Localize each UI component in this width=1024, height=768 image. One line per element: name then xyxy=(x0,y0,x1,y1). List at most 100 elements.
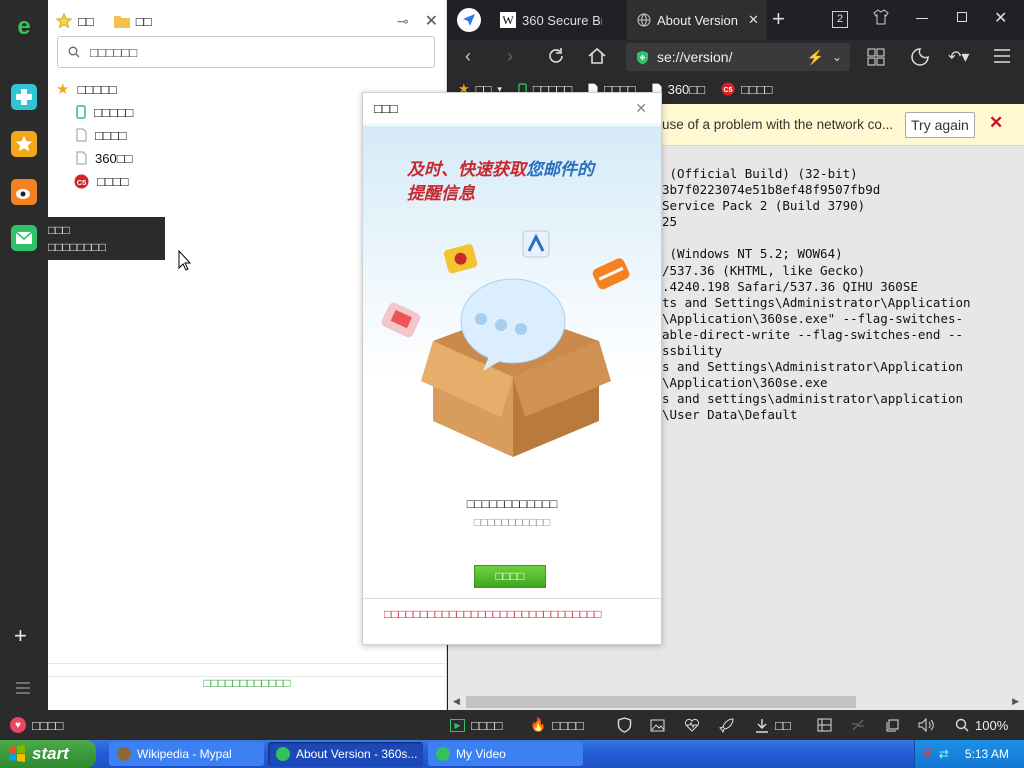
windows-flag-icon xyxy=(8,745,26,763)
bookmark-item[interactable]: C5 □□□□ xyxy=(721,82,772,97)
favorites-root[interactable]: ★ □□□□□ xyxy=(56,79,117,99)
menu-lines-icon[interactable] xyxy=(16,682,30,697)
dialog-title: □□□ xyxy=(374,101,398,116)
address-dropdown-icon[interactable]: ⌄ xyxy=(832,50,842,64)
list-item[interactable]: □□□□ xyxy=(76,125,126,145)
tooltip-title: □□□ xyxy=(48,223,70,237)
back-icon[interactable]: ‹ xyxy=(465,46,471,67)
version-line: (Windows NT 5.2; WOW64) xyxy=(662,246,843,262)
browser-logo-icon[interactable]: e xyxy=(11,13,37,39)
address-bar[interactable]: se://version/ ⚡ ⌄ xyxy=(626,43,850,71)
reload-icon[interactable] xyxy=(546,46,566,69)
tab-label: About Version xyxy=(657,12,738,28)
version-line: Service Pack 2 (Build 3790) xyxy=(662,198,866,214)
root-star-icon: ★ xyxy=(56,81,70,98)
svg-text:C5: C5 xyxy=(77,177,87,186)
list-item[interactable]: 360□□ xyxy=(76,148,132,168)
main-menu-icon[interactable] xyxy=(994,49,1010,66)
shield-icon[interactable] xyxy=(617,710,632,740)
scroll-left-icon[interactable]: ◀ xyxy=(453,696,460,707)
close-dialog-icon[interactable]: ✕ xyxy=(635,100,647,117)
tab-about-version[interactable]: About Version ✕ xyxy=(627,0,767,40)
page-icon xyxy=(76,128,87,142)
network-icon[interactable]: ⇄ xyxy=(939,747,949,761)
undo-icon[interactable]: ↶▾ xyxy=(948,47,969,67)
infobar-message: use of a problem with the network co... xyxy=(662,117,894,132)
heartbeat-icon[interactable] xyxy=(684,710,700,740)
rocket-icon[interactable] xyxy=(719,710,734,740)
disabled-tool-icon[interactable] xyxy=(851,710,865,740)
night-mode-icon[interactable] xyxy=(910,47,930,70)
weibo-icon[interactable] xyxy=(11,179,37,205)
folder-label[interactable]: □□ xyxy=(136,14,152,29)
scroll-right-icon[interactable]: ▶ xyxy=(1012,696,1019,707)
shirt-skin-icon[interactable] xyxy=(873,9,889,28)
status-heart[interactable]: ♥ □□□□ xyxy=(10,710,63,740)
svg-text:e: e xyxy=(17,13,30,39)
svg-text:C5: C5 xyxy=(724,87,733,94)
close-window-button[interactable]: ✕ xyxy=(994,8,1007,28)
version-line: ssbility xyxy=(662,343,723,359)
navigate-icon[interactable] xyxy=(457,8,481,32)
plus-app-icon[interactable] xyxy=(11,84,37,110)
clock[interactable]: 5:13 AM xyxy=(965,747,1009,761)
restore-button[interactable] xyxy=(957,12,967,22)
taskbar-item-wikipedia[interactable]: Wikipedia - Mypal xyxy=(109,742,264,766)
c5-icon: C5 xyxy=(74,173,89,189)
list-item[interactable]: □□□□□ xyxy=(76,102,133,122)
taskbar-item-about-version[interactable]: About Version - 360s... xyxy=(268,742,423,766)
search-icon xyxy=(68,46,80,58)
version-line: \User Data\Default xyxy=(662,407,798,423)
start-button[interactable]: start xyxy=(0,740,96,768)
zoom-level: 100% xyxy=(975,717,1009,733)
add-favorite-star-icon[interactable] xyxy=(56,13,72,29)
home-icon[interactable] xyxy=(587,46,607,69)
list-item-label: □□□□ xyxy=(95,127,127,143)
close-infobar-icon[interactable]: ✕ xyxy=(989,113,1003,133)
try-again-button[interactable]: Try again xyxy=(905,112,975,138)
scrollbar-thumb[interactable] xyxy=(466,696,856,708)
image-icon[interactable] xyxy=(650,710,665,740)
tab-count-button[interactable]: 2 xyxy=(832,11,848,28)
version-line: (Official Build) (32-bit) xyxy=(662,166,858,181)
dialog-footer-link[interactable]: □□□□□□□□□□□□□□□□□□□□□□□□□□□□□□ xyxy=(363,598,661,623)
translate-icon[interactable] xyxy=(817,710,832,740)
headline-blue: 您邮件的 xyxy=(526,160,594,179)
zoom-control[interactable]: 100% xyxy=(955,710,1008,740)
volume-icon[interactable] xyxy=(918,710,934,740)
close-tab-icon[interactable]: ✕ xyxy=(748,12,759,28)
window-icon[interactable] xyxy=(886,710,899,740)
status-download[interactable]: □□ xyxy=(755,710,791,740)
c5-icon: C5 xyxy=(721,82,735,96)
favorites-star-icon[interactable] xyxy=(11,131,37,157)
close-panel-icon[interactable]: ✕ xyxy=(425,11,438,31)
horizontal-scrollbar[interactable]: ◀ ▶ xyxy=(448,694,1024,710)
status-hot[interactable]: 🔥 □□□□ xyxy=(530,710,584,740)
minimize-button[interactable] xyxy=(916,18,928,19)
favorites-search-input[interactable]: □□□□□□ xyxy=(57,36,435,68)
apps-grid-icon[interactable] xyxy=(867,48,885,69)
system-tray: ⛨ ⇄ 5:13 AM xyxy=(914,740,1024,768)
new-tab-button[interactable]: + xyxy=(772,6,785,32)
list-item[interactable]: C5 □□□□ xyxy=(74,171,128,191)
list-item-label: □□□□□ xyxy=(94,104,134,120)
tab-wikipedia[interactable]: W 360 Secure Br xyxy=(490,0,625,40)
security-shield-icon[interactable]: ⛨ xyxy=(923,746,933,762)
pin-icon[interactable]: ⊸ xyxy=(397,13,409,30)
mail-notification-dialog: □□□ ✕ 及时、快速获取您邮件的 提醒信息 □□□□□□□□□□□□ □□□□… xyxy=(362,92,662,645)
open-mail-button[interactable]: □□□□ xyxy=(474,565,546,588)
forward-icon[interactable]: › xyxy=(507,46,513,67)
favorites-footer[interactable]: □□□□□□□□□□□□ xyxy=(48,663,446,696)
folder-icon[interactable] xyxy=(113,14,130,28)
favorites-star-label[interactable]: □□ xyxy=(78,14,94,29)
speed-bolt-icon[interactable]: ⚡ xyxy=(807,49,824,66)
browser-360-icon xyxy=(276,747,290,761)
add-app-icon[interactable]: + xyxy=(14,625,27,647)
tooltip-description: □□□□□□□□ xyxy=(48,240,106,254)
mail-icon[interactable] xyxy=(11,225,37,251)
status-video[interactable]: ▶ □□□□ xyxy=(450,710,502,740)
taskbar-item-my-video[interactable]: My Video xyxy=(428,742,583,766)
version-line: 25 xyxy=(662,214,678,230)
taskbar-item-label: Wikipedia - Mypal xyxy=(137,747,232,761)
version-line: \Application\360se.exe xyxy=(662,375,828,391)
